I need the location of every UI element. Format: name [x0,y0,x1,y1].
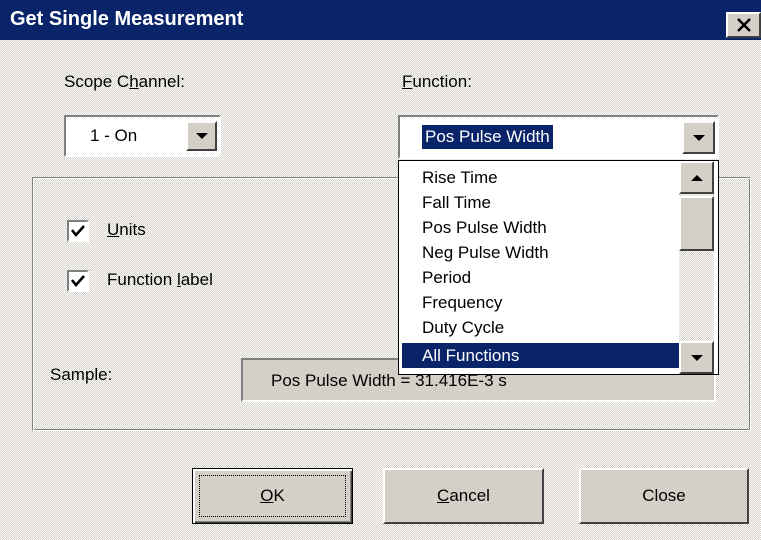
list-item[interactable]: Period [402,265,700,290]
chevron-down-icon [690,354,703,361]
dropdown-scrollbar[interactable] [679,161,714,374]
close-window-button[interactable] [726,12,761,38]
chevron-up-icon [690,174,703,181]
checkmark-icon [71,225,85,237]
scope-channel-value: 1 - On [90,126,138,145]
function-label: Function: [402,72,472,91]
focus-rect [199,475,346,517]
sample-label: Sample: [50,365,113,384]
scope-channel-dropdown-button[interactable] [186,121,217,151]
function-dropdown-button[interactable] [682,121,715,154]
list-item[interactable]: Frequency [402,290,700,315]
list-item[interactable]: Duty Cycle [402,315,700,340]
function-value: Pos Pulse Width [422,125,553,149]
list-item-selected[interactable]: All Functions [402,343,700,368]
units-label[interactable]: Units [107,220,146,240]
close-icon [736,18,751,32]
list-item[interactable]: Fall Time [402,190,700,215]
list-item[interactable]: Pos Pulse Width [402,215,700,240]
scroll-down-button[interactable] [679,341,714,374]
function-select[interactable]: Pos Pulse Width [398,115,719,159]
function-label-option-label[interactable]: Function label [107,270,213,290]
function-dropdown-list[interactable]: Rise Time Fall Time Pos Pulse Width Neg … [398,160,719,375]
scroll-up-button[interactable] [679,161,714,194]
scroll-thumb[interactable] [679,196,714,251]
chevron-down-icon [195,133,208,139]
list-item[interactable]: Rise Time [402,165,700,190]
list-item[interactable]: Neg Pulse Width [402,240,700,265]
ok-button[interactable]: OK [192,468,353,524]
title-bar: Get Single Measurement [0,0,761,40]
window-title: Get Single Measurement [10,8,244,30]
checkmark-icon [71,275,85,287]
function-label-checkbox[interactable] [67,270,89,292]
chevron-down-icon [692,134,705,141]
units-checkbox[interactable] [67,220,89,242]
scope-channel-select[interactable]: 1 - On [64,115,221,157]
cancel-button[interactable]: Cancel [383,468,544,524]
scope-channel-label: Scope Channel: [64,72,185,91]
close-button[interactable]: Close [579,468,749,524]
